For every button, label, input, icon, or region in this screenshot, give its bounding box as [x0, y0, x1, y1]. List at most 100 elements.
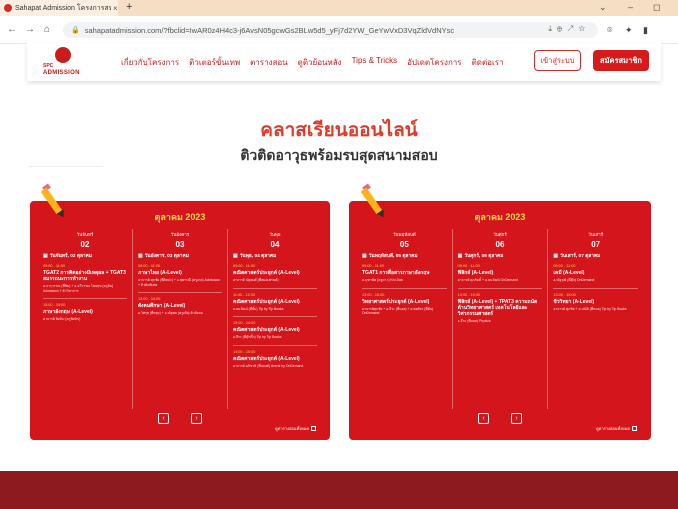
day-name: วันอังคาร	[170, 232, 190, 237]
calendar-icon: ▣	[43, 253, 48, 259]
external-link-icon	[632, 426, 637, 431]
session-teacher: อ.ธีระ (พี่บอส) Physics	[457, 318, 491, 323]
day-column: วันอังคาร 03 ▣ วันอังคาร, 03 ตุลาคม 09:00…	[133, 229, 228, 409]
menu-item-tips[interactable]: Tips & Tricks	[352, 56, 397, 69]
full-date: ▣ วันเสาร์, 07 ตุลาคม	[553, 252, 638, 260]
main-menu: เกี่ยวกับโครงการ ติวเตอร์ขั้นเทพ ตารางสอ…	[121, 56, 504, 69]
pencil-icon	[40, 183, 74, 220]
prev-page-button[interactable]: ‹	[478, 413, 489, 424]
browser-tab-bar: Sahapat Admission โครงการสหพัฒน์ - Home …	[0, 0, 678, 16]
day-number: 06	[495, 240, 505, 249]
view-all-label: ดูตารางสอนทั้งหมด	[596, 426, 630, 431]
session-item[interactable]: 09:00 - 11:00 ฟิสิกส์ (A-Level) อาจารย์ …	[457, 260, 543, 289]
menu-item-replay[interactable]: ดูติวย้อนหลัง	[298, 56, 342, 69]
menu-item-schedule[interactable]: ตารางสอน	[250, 56, 288, 69]
sidepanel-icon[interactable]: ▮	[643, 25, 648, 36]
session-teacher: อาจารย์ ณัฐพงศ์ (พี่หมอเฟรนด์)	[233, 278, 279, 282]
day-number: 07	[591, 240, 601, 249]
full-date-text: วันอังคาร, 03 ตุลาคม	[144, 254, 189, 259]
session-teacher: อ.ธนวัฒน์ (พี่ตั้ม) Tip by Tip Books	[233, 306, 284, 311]
session-title: ภาษาไทย (A-Level)	[138, 270, 182, 276]
day-name: วันพฤหัสบดี	[392, 232, 416, 237]
extensions-icon[interactable]: ✦	[625, 25, 633, 36]
session-teacher: อ.จุฑาทิพ (ครูดาว) Kru Dao	[362, 278, 403, 282]
schedule-card: ตุลาคม 2023 วันพฤหัสบดี 05 ▣ วันพฤหัสบดี,…	[349, 201, 651, 440]
signup-button[interactable]: สมัครสมาชิก	[593, 50, 649, 71]
view-all-link[interactable]: ดูตารางสอนทั้งหมด	[596, 425, 637, 432]
pencil-icon	[360, 183, 394, 220]
new-tab-button[interactable]: +	[126, 1, 132, 13]
site-logo[interactable]: SPC ADMISSION	[43, 45, 93, 79]
session-teacher: อ.วิศรุต (พี่หรุด) + อ.ณัฐพล (ครูเต้ย) ต…	[138, 311, 203, 315]
menu-item-about[interactable]: เกี่ยวกับโครงการ	[121, 56, 179, 69]
menu-item-updates[interactable]: อัปเดตโครงการ	[407, 56, 462, 69]
schedule-card: ตุลาคม 2023 วันจันทร์ 02 ▣ วันจันทร์, 02 …	[30, 201, 330, 440]
tab-search-icon[interactable]: ⌄	[599, 2, 607, 13]
logo-spc: SPC	[43, 63, 54, 69]
next-page-button[interactable]: ›	[511, 413, 522, 424]
day-name: วันพุธ	[269, 232, 281, 237]
session-teacher: อ.จารุวรรณ (พี่ขิม) + อ.ฉวีวรรณ ไชยสุข (…	[43, 284, 114, 293]
minimize-icon[interactable]: –	[628, 2, 633, 12]
session-item[interactable]: 09:00 - 11:00 คณิตศาสตร์ประยุกต์ (A-Leve…	[233, 260, 317, 289]
home-icon[interactable]: ⌂	[44, 24, 50, 35]
full-date: ▣ วันพฤหัสบดี, 05 ตุลาคม	[362, 252, 447, 260]
external-link-icon	[311, 426, 316, 431]
full-date-text: วันเสาร์, 07 ตุลาคม	[560, 254, 601, 259]
page-title: คลาสเรียนออนไลน์	[260, 120, 418, 141]
session-time: 09:00 - 11:00	[457, 264, 480, 268]
url-text[interactable]: sahapatadmission.com/?fbclid=IwAR0z4H4c3…	[85, 26, 525, 35]
session-item[interactable]: 09:00 - 11:00 TGAT2 การคิดอย่างมีเหตุผล …	[43, 260, 127, 299]
menu-item-contact[interactable]: ติดต่อเรา	[472, 56, 504, 69]
prev-page-button[interactable]: ‹	[158, 413, 169, 424]
login-button[interactable]: เข้าสู่ระบบ	[534, 50, 581, 71]
next-page-button[interactable]: ›	[191, 413, 202, 424]
view-all-link[interactable]: ดูตารางสอนทั้งหมด	[275, 425, 316, 432]
session-item[interactable]: 13:00 - 15:00 ภาษาอังกฤษ (A-Level) อาจาร…	[43, 299, 127, 327]
forward-icon[interactable]: →	[25, 24, 35, 35]
browser-tab[interactable]: Sahapat Admission โครงการสหพัฒน์ - Home …	[0, 0, 118, 16]
divider	[28, 166, 103, 167]
session-item[interactable]: 09:00 - 11:00 TGAT1 การสื่อสารภาษาอังกฤษ…	[362, 260, 447, 289]
session-item[interactable]: 13:00 - 15:00 ฟิสิกส์ (A-Level) + TPAT3 …	[458, 289, 543, 329]
lock-icon[interactable]: 🔒	[71, 26, 80, 34]
tab-close-icon[interactable]: ×	[113, 4, 118, 13]
day-column: วันพฤหัสบดี 05 ▣ วันพฤหัสบดี, 05 ตุลาคม 0…	[357, 229, 453, 409]
card-month: ตุลาคม 2023	[154, 212, 206, 222]
logo-admission: ADMISSION	[43, 70, 80, 76]
session-time: 09:00 - 11:00	[138, 264, 161, 268]
maximize-icon[interactable]: ◻	[653, 2, 660, 13]
browser-toolbar: ← → ⌂ 🔒 sahapatadmission.com/?fbclid=IwA…	[0, 16, 678, 44]
full-date-text: วันศุกร์, 06 ตุลาคม	[464, 254, 504, 259]
session-teacher: อาจารย์ ฟิลลิป (ครูฟิลลิป)	[43, 317, 81, 321]
full-date-text: วันพฤหัสบดี, 05 ตุลาคม	[368, 254, 418, 259]
calendar-icon: ▣	[362, 253, 367, 259]
session-item[interactable]: 13:00 - 15:00 สังคมศึกษา (A-Level) อ.วิศ…	[138, 293, 222, 321]
session-teacher: อาจารย์ ศุภชัย (พี่ศิลปะ) + อ.สุพรรณี (ค…	[138, 278, 221, 287]
address-bar-icons[interactable]: ⤓⊕↗☆	[548, 24, 590, 34]
session-teacher: อ.ธีระ (พี่ดุ๊กดิ๊ก) Tip by Tip Books	[233, 335, 282, 339]
tab-title: Sahapat Admission โครงการสหพัฒน์ - Home	[15, 4, 111, 12]
logo-mark-icon	[55, 47, 71, 63]
session-time: 13:00 - 15:00	[362, 292, 385, 297]
session-item[interactable]: 14:00 - 15:00 คณิตศาสตร์ประยุกต์ (A-Leve…	[233, 346, 317, 374]
session-item[interactable]: 13:00 - 14:00 คณิตศาสตร์ประยุกต์ (A-Leve…	[233, 317, 317, 346]
session-title: TGAT1 การสื่อสารภาษาอังกฤษ	[362, 270, 430, 276]
session-title: TGAT2 การคิดอย่างมีเหตุผล + TGAT3 สมรรถน…	[43, 270, 126, 282]
menu-item-tutors[interactable]: ติวเตอร์ขั้นเทพ	[189, 56, 240, 69]
session-time: 13:00 - 14:00	[233, 321, 256, 325]
camera-icon[interactable]: ⌾	[607, 25, 612, 36]
full-date: ▣ วันพุธ, 04 ตุลาคม	[233, 252, 317, 260]
session-teacher: อาจารย์ ศุภกิตติ์ + อ.ธนวัฒน์ OnDemand	[457, 278, 518, 282]
back-icon[interactable]: ←	[7, 24, 17, 35]
session-item[interactable]: 13:00 - 15:00 ชีววิทยา (A-Level) อาจารย์…	[553, 289, 638, 317]
full-date: ▣ วันจันทร์, 02 ตุลาคม	[43, 252, 127, 260]
session-item[interactable]: 11:00 - 12:00 คณิตศาสตร์ประยุกต์ (A-Leve…	[233, 289, 317, 317]
day-number: 05	[399, 240, 409, 249]
session-item[interactable]: 09:00 - 11:00 ภาษาไทย (A-Level) อาจารย์ …	[138, 260, 222, 293]
address-bar[interactable]: 🔒 sahapatadmission.com/?fbclid=IwAR0z4H4…	[63, 22, 598, 38]
session-time: 09:00 - 11:00	[553, 264, 576, 268]
session-item[interactable]: 13:00 - 15:00 วิทยาศาสตร์ประยุกต์ (A-Lev…	[362, 289, 447, 321]
session-time: 09:00 - 11:00	[43, 264, 66, 268]
session-item[interactable]: 09:00 - 11:00 เคมี (A-Level) อ.ณัฐวุฒิ (…	[553, 260, 639, 289]
